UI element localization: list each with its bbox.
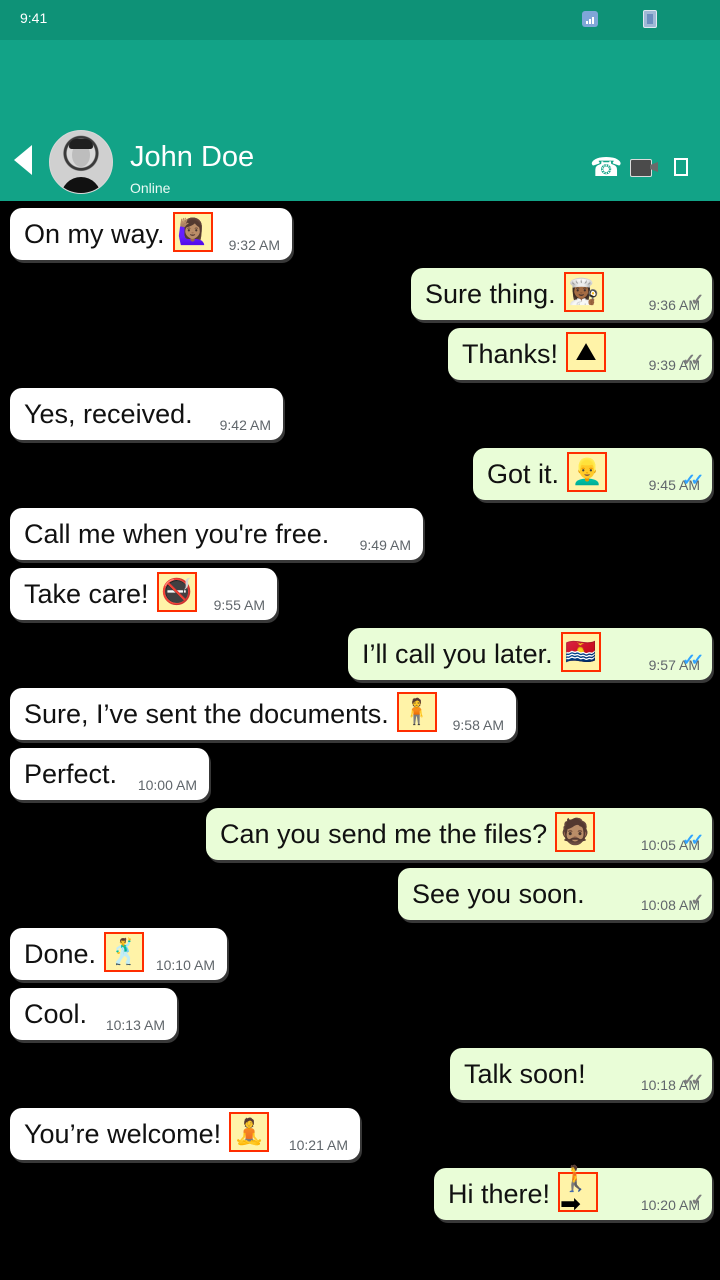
outgoing-message-bubble[interactable]: Got it. 👱‍♂️ 9:45 AM ✓✓ [473,448,712,500]
message-time: 9:55 AM [213,597,265,613]
contact-status: Online [130,180,171,196]
message-text: I’ll call you later. [362,639,553,669]
message-text: Cool. [24,999,88,1029]
message-text: Done. [24,939,97,969]
double-check-icon: ✓✓ [682,472,704,489]
outgoing-message-bubble[interactable]: Can you send me the files? 🧔🏽 10:05 AM ✓✓ [206,808,712,860]
no-smoking-icon: 🚭 [156,572,197,612]
video-camera-icon[interactable] [630,152,660,182]
person-lotus-icon: 🧘 [229,1112,270,1152]
message-text: Yes, received. [24,399,193,429]
status-bar: 9:41 [0,0,720,40]
more-options-icon[interactable] [674,158,688,176]
message-text: Sure, I’ve sent the documents. [24,699,389,729]
incoming-message-bubble[interactable]: Perfect. 10:00 AM [10,748,209,800]
outgoing-message-bubble[interactable]: I’ll call you later. 🇰🇮 9:57 AM ✓✓ [348,628,712,680]
avatar-hair [69,139,93,149]
status-time: 9:41 [20,10,48,26]
message-time: 9:58 AM [452,717,504,733]
message-text: Call me when you're free. [24,519,330,549]
incoming-message-bubble[interactable]: Done. 🕺 10:10 AM [10,928,227,980]
outgoing-message-bubble[interactable]: Hi there! 🚶➡ 10:20 AM ✓ [434,1167,712,1220]
message-text: See you soon. [412,879,585,909]
message-list[interactable]: On my way. 🙋🏽‍♀️ 9:32 AM Sure thing. 👩🏾‍🍳 9:3… [0,201,720,1280]
woman-raising-hand-icon: 🙋🏽‍♀️ [172,212,213,252]
walking-right-arrow-icon: 🚶➡ [558,1167,599,1217]
message-text: Can you send me the files? [220,819,548,849]
avatar[interactable] [49,130,113,194]
signal-icon [582,11,598,27]
incoming-message-bubble[interactable]: On my way. 🙋🏽‍♀️ 9:32 AM [10,208,292,260]
message-text: Sure thing. [425,279,556,309]
single-check-icon: ✓ [690,892,705,909]
double-check-icon: ✓✓ [682,1072,704,1089]
outgoing-message-bubble[interactable]: Thanks! ⛰ 9:39 AM ✓✓ [448,328,712,380]
double-check-icon: ✓✓ [682,652,704,669]
battery-icon [643,10,657,28]
message-text: You’re welcome! [24,1119,222,1149]
single-check-icon: ✓ [690,292,705,309]
mountain-icon: ⛰ [566,332,607,372]
double-check-icon: ✓✓ [682,832,704,849]
person-standing-icon: 🧍 [396,692,437,732]
message-text: On my way. [24,219,165,249]
avatar-shirt [61,177,101,193]
message-time: 10:10 AM [155,957,215,973]
incoming-message-bubble[interactable]: Call me when you're free. 9:49 AM [10,508,423,560]
incoming-message-bubble[interactable]: Cool. 10:13 AM [10,988,177,1040]
chat-header: John Doe Online ☎ [0,40,720,201]
double-check-icon: ✓✓ [682,352,704,369]
message-text: Got it. [487,459,560,489]
message-text: Thanks! [462,339,559,369]
flag-kiribati-icon: 🇰🇮 [560,632,601,672]
message-time: 9:49 AM [359,537,411,553]
incoming-message-bubble[interactable]: Yes, received. 9:42 AM [10,388,283,440]
message-text: Talk soon! [464,1059,586,1089]
message-time: 9:42 AM [219,417,271,433]
phone-icon[interactable]: ☎ [590,152,622,182]
man-dancing-icon: 🕺 [104,932,145,972]
outgoing-message-bubble[interactable]: See you soon. 10:08 AM ✓ [398,868,712,920]
outgoing-message-bubble[interactable]: Talk soon! 10:18 AM ✓✓ [450,1048,712,1100]
message-text: Take care! [24,579,149,609]
back-arrow-icon[interactable] [14,145,32,175]
message-text: Perfect. [24,759,118,789]
outgoing-message-bubble[interactable]: Sure thing. 👩🏾‍🍳 9:36 AM ✓ [411,268,712,320]
man-blond-icon: 👱‍♂️ [567,452,608,492]
man-bearded-icon: 🧔🏽 [555,812,596,852]
message-time: 10:21 AM [288,1137,348,1153]
message-text: Hi there! [448,1179,551,1209]
message-time: 10:00 AM [137,777,197,793]
incoming-message-bubble[interactable]: Sure, I’ve sent the documents. 🧍 9:58 AM [10,688,516,740]
incoming-message-bubble[interactable]: You’re welcome! 🧘 10:21 AM [10,1108,360,1160]
incoming-message-bubble[interactable]: Take care! 🚭 9:55 AM [10,568,277,620]
woman-cook-icon: 👩🏾‍🍳 [563,272,604,312]
contact-name[interactable]: John Doe [130,141,254,174]
message-time: 9:32 AM [228,237,280,253]
single-check-icon: ✓ [690,1192,705,1209]
message-time: 10:13 AM [105,1017,165,1033]
